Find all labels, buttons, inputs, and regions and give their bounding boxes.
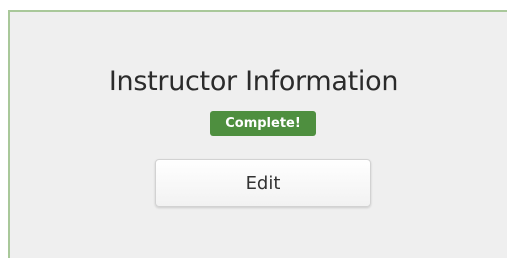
- status-badge: Complete!: [210, 111, 316, 136]
- card-title: Instructor Information: [108, 66, 399, 97]
- edit-button[interactable]: Edit: [155, 159, 371, 207]
